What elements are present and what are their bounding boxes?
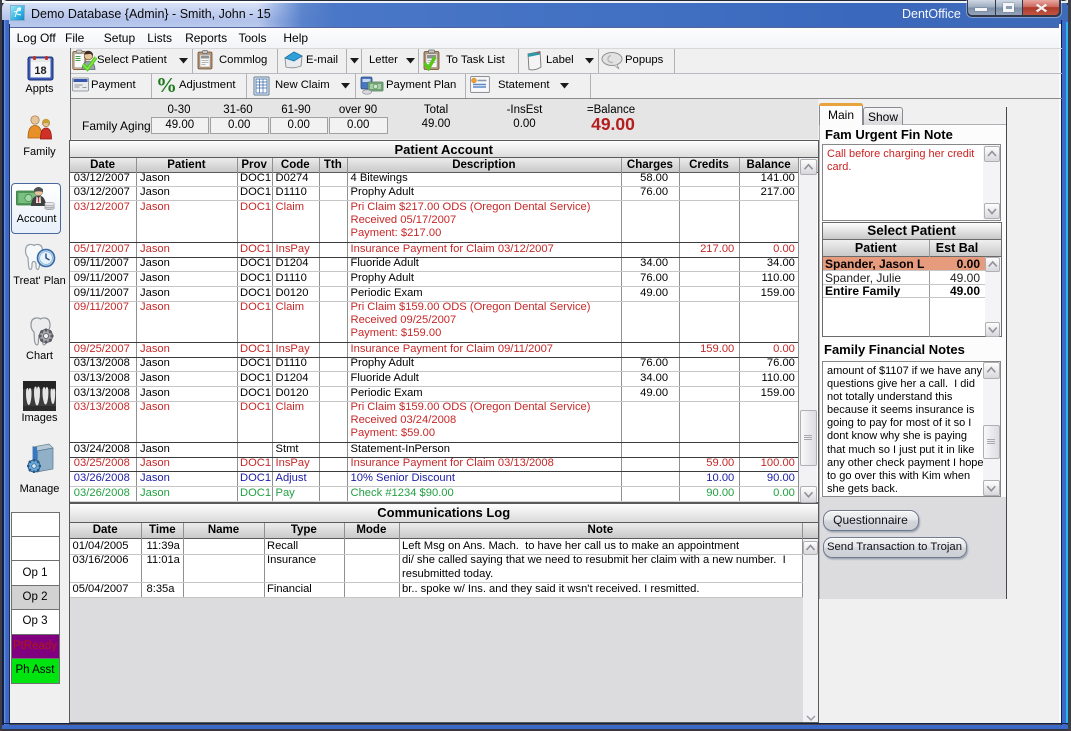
svg-text:18: 18 xyxy=(34,65,46,77)
